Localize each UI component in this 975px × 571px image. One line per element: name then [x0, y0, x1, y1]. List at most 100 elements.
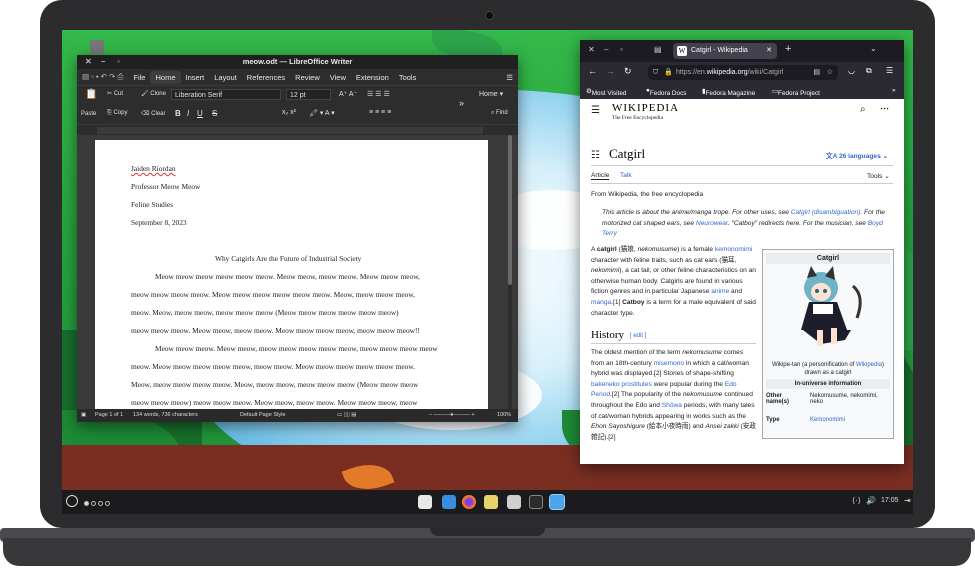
bookmark-fedora-magazine[interactable]: ▮ Fedora Magazine [702, 87, 755, 97]
hatnote-link[interactable]: Catgirl (disambiguation) [791, 209, 861, 216]
status-page-style[interactable]: Default Page Style [240, 409, 286, 422]
network-icon[interactable]: ⟨·⟩ [852, 496, 861, 505]
font-size-field[interactable]: 12 pt [286, 89, 331, 100]
font-grow-shrink-icons[interactable]: A⁺ A⁻ [339, 90, 357, 98]
reader-view-icon[interactable]: ▤ [813, 65, 820, 80]
url-bar[interactable]: ⛉ 🔒 https://en.wikipedia.org/wiki/Catgir… [648, 65, 838, 80]
lock-icon[interactable]: 🔒 [664, 65, 673, 80]
cut-button[interactable]: ✂ Cut [107, 90, 123, 97]
tab-talk[interactable]: Talk [620, 172, 632, 179]
hamburger-menu-icon[interactable]: ☰ [591, 105, 600, 116]
search-icon[interactable]: ⌕ [860, 104, 866, 115]
tab-catgirl[interactable]: W Catgirl - Wikipedia ✕ [673, 43, 777, 59]
list-icons[interactable]: ☰ ☰ ☰ [367, 90, 390, 98]
inline-link[interactable]: anime [711, 288, 729, 295]
menu-review[interactable]: Review [290, 71, 325, 84]
inline-link[interactable]: misemono [654, 360, 684, 367]
activities-icon[interactable] [66, 495, 78, 507]
close-icon[interactable]: ✕ [85, 55, 92, 69]
clock[interactable]: 17:05 [881, 497, 899, 504]
edit-link[interactable]: [ edit ] [630, 333, 646, 339]
workspace-indicator[interactable] [84, 499, 112, 508]
menu-tools[interactable]: Tools [394, 71, 422, 84]
volume-icon[interactable]: 🔊 [866, 496, 876, 505]
more-chevron-icon[interactable]: » [459, 98, 464, 108]
pocket-icon[interactable]: ◡ [848, 66, 855, 75]
firefox-icon[interactable] [462, 495, 476, 509]
status-page[interactable]: Page 1 of 1 [95, 409, 123, 422]
status-zoom[interactable]: 100% [497, 409, 511, 422]
tab-close-icon[interactable]: ✕ [766, 43, 772, 59]
bookmark-most-visited[interactable]: ⚙ Most Visited [586, 87, 626, 97]
italic-icon[interactable]: I [187, 109, 189, 118]
menu-file[interactable]: File [128, 71, 150, 84]
menu-home[interactable]: Home [150, 70, 181, 84]
strikethrough-icon[interactable]: S [212, 109, 217, 118]
desktop-computer-icon[interactable] [90, 40, 104, 54]
close-icon[interactable]: ✕ [588, 45, 595, 54]
paste-icon[interactable]: 📋 [85, 89, 97, 100]
wikipedia-wordmark[interactable]: WIKIPEDIA [612, 102, 679, 114]
quick-toolbar-icons[interactable]: ▤ ▫ ▪ ↶ ↷ ⎙ [77, 70, 128, 84]
shield-icon[interactable]: ⛉ [653, 65, 658, 80]
bookmark-star-icon[interactable]: ☆ [827, 65, 833, 80]
clear-button[interactable]: ⌫ Clear [141, 110, 166, 117]
menu-icon[interactable]: ☰ [886, 66, 893, 75]
writer-vertical-scrollbar[interactable] [508, 135, 512, 409]
new-tab-icon[interactable]: + [785, 43, 791, 55]
writer-taskbar-icon[interactable] [549, 494, 565, 510]
document-page[interactable]: Jaiden Riordan Professor Meow Meow Felin… [95, 140, 488, 409]
highlight-color-icons[interactable]: 🖍 ▾ A ▾ [309, 109, 335, 117]
caption-link[interactable]: Wikipedia [856, 362, 882, 368]
sub-superscript-icons[interactable]: x₂ x² [282, 109, 296, 116]
back-icon[interactable]: ← [588, 66, 597, 76]
document-canvas[interactable]: Jaiden Riordan Professor Meow Meow Felin… [77, 135, 518, 409]
tab-article[interactable]: Article [591, 172, 610, 180]
menu-view[interactable]: View [325, 71, 351, 84]
scrollbar-thumb[interactable] [508, 135, 512, 285]
software-icon[interactable] [442, 495, 456, 509]
settings-icon[interactable] [507, 495, 521, 509]
view-layout-icons[interactable]: ▭ ▯▯ ▤ [337, 409, 357, 422]
minimize-icon[interactable]: – [101, 55, 105, 69]
clone-button[interactable]: 🖌 Clone [141, 90, 166, 97]
inline-link[interactable]: kemonomimi [715, 246, 752, 253]
zoom-slider[interactable]: – ———●——— + [429, 409, 475, 422]
infobox-value-link[interactable]: Kemonomimi [810, 417, 890, 423]
more-options-icon[interactable]: ⋯ [880, 103, 889, 114]
menu-insert[interactable]: Insert [181, 71, 210, 84]
more-bookmarks-icon[interactable]: » [892, 87, 896, 94]
style-dropdown[interactable]: Home ▾ [479, 90, 503, 98]
inline-link[interactable]: bakeneko prostitutes [591, 381, 652, 388]
toc-icon[interactable]: ☷ [591, 150, 600, 161]
find-button[interactable]: ⌕ Find [491, 110, 508, 117]
reload-icon[interactable]: ↻ [624, 66, 632, 77]
inline-link[interactable]: manga [591, 299, 611, 306]
align-icons[interactable]: ≡ ≡ ≡ ≡ [369, 109, 391, 116]
disks-icon[interactable] [484, 495, 498, 509]
hamburger-menu-icon[interactable]: ☰ [501, 71, 518, 84]
terminal-icon[interactable] [529, 495, 543, 509]
forward-icon[interactable]: → [606, 66, 615, 76]
menu-extension[interactable]: Extension [351, 71, 394, 84]
minimize-icon[interactable]: – [604, 45, 608, 54]
maximize-icon[interactable]: ▫ [620, 45, 623, 54]
menu-references[interactable]: References [242, 71, 290, 84]
underline-icon[interactable]: U [197, 109, 203, 118]
tools-dropdown[interactable]: Tools ⌄ [867, 172, 890, 180]
wikipe-tan-image[interactable] [791, 266, 867, 352]
tab-overview-icon[interactable]: ▤ [654, 45, 662, 54]
copy-button[interactable]: ⎘ Copy [107, 110, 127, 117]
languages-button[interactable]: 文A 26 languages ⌄ [826, 150, 888, 160]
chevron-down-icon[interactable]: ⌄ [870, 44, 877, 53]
hatnote-link[interactable]: Neurowear [696, 220, 728, 227]
font-name-field[interactable]: Liberation Serif [171, 89, 281, 100]
paste-button[interactable]: Paste [81, 111, 96, 117]
bookmark-fedora-project[interactable]: ▭ Fedora Project [772, 87, 820, 97]
bookmark-fedora-docs[interactable]: ● Fedora Docs [646, 87, 686, 97]
status-words[interactable]: 134 words, 736 characters [133, 409, 198, 422]
logout-icon[interactable]: ⇥ [904, 496, 911, 505]
maximize-icon[interactable]: ▫ [117, 55, 120, 69]
bold-icon[interactable]: B [175, 109, 181, 118]
inline-link[interactable]: Shōwa [662, 402, 682, 409]
